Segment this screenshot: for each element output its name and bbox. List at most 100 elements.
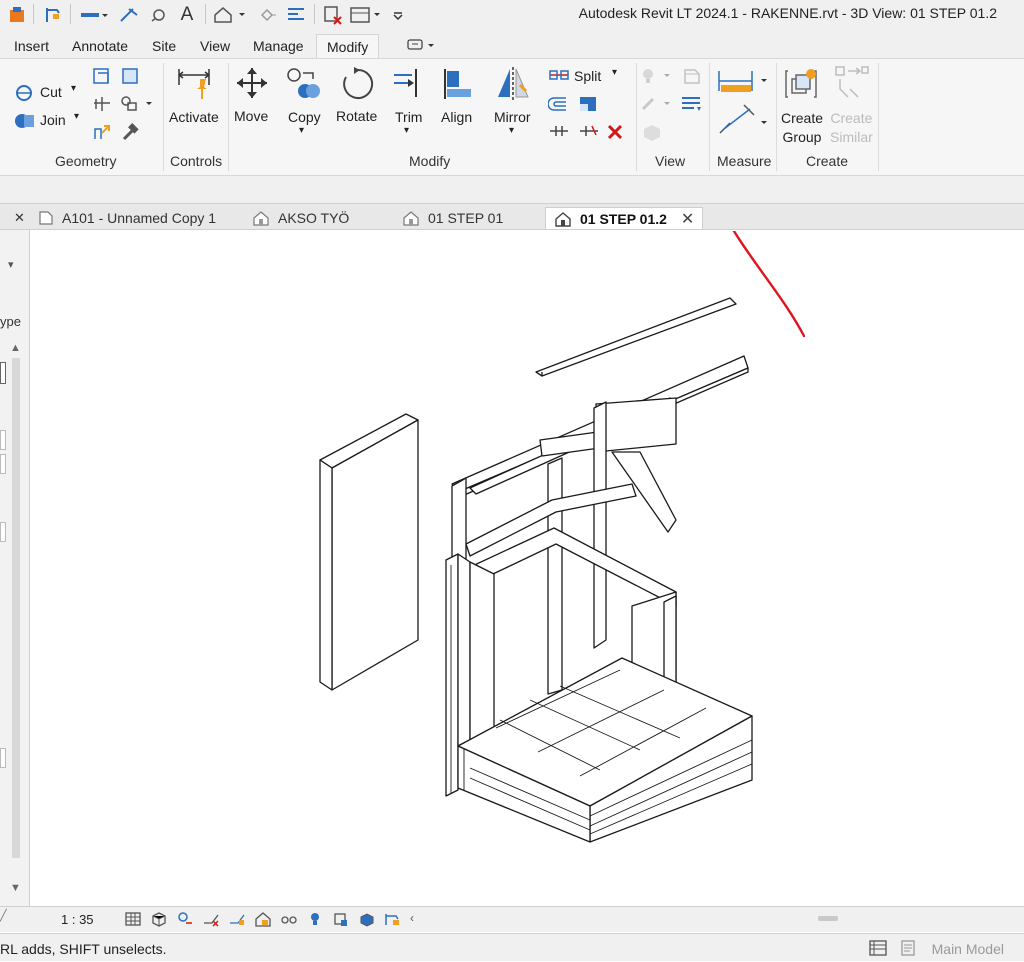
delete-icon[interactable] [606, 123, 624, 146]
customize-toolbar-icon[interactable] [390, 4, 406, 26]
mirror-button[interactable]: Mirror [494, 109, 531, 125]
sheet-icon [39, 211, 53, 225]
tab-insert[interactable]: Insert [14, 38, 49, 54]
rotate-button[interactable]: Rotate [336, 108, 377, 124]
unpin-icon[interactable] [548, 123, 570, 144]
properties-scrollbar[interactable] [12, 358, 20, 858]
sun-path-icon[interactable] [176, 911, 194, 927]
horizontal-scrollbar-thumb[interactable] [818, 916, 838, 921]
scroll-up-icon[interactable]: ▲ [10, 342, 21, 354]
create-similar-button[interactable]: Create Similar [830, 109, 873, 147]
scroll-left-icon[interactable]: ‹ [410, 911, 414, 927]
split-face-icon[interactable] [92, 95, 112, 118]
properties-field[interactable] [0, 430, 6, 450]
copy-dropdown-icon[interactable]: ▾ [299, 125, 304, 136]
linework-icon[interactable] [640, 95, 674, 118]
measure-between-references-icon[interactable] [716, 67, 768, 100]
thin-lines-view-icon[interactable] [680, 95, 702, 118]
view-tab-01-step-01-2[interactable]: 01 STEP 01.2 ✕ [545, 207, 704, 229]
view-tab-01-step-01[interactable]: 01 STEP 01 [402, 207, 503, 229]
demolish-icon[interactable] [92, 123, 112, 146]
temporary-hide-icon[interactable] [280, 911, 298, 927]
beam-column-joins-icon[interactable] [120, 95, 152, 118]
rotate-icon [338, 65, 376, 108]
aligned-dimension-measure-icon[interactable] [716, 103, 768, 142]
cut-button[interactable]: Cut [40, 84, 62, 100]
ribbon-minimize-dropdown[interactable] [406, 38, 440, 54]
detail-level-icon[interactable] [124, 911, 142, 927]
show-crop-region-icon[interactable] [358, 911, 376, 927]
split-button[interactable]: Split [574, 68, 601, 84]
view-tab-a101[interactable]: A101 - Unnamed Copy 1 [38, 207, 216, 229]
view-control-bar: ╱ 1 : 35 ‹ [0, 906, 1024, 932]
offset-icon[interactable] [547, 95, 570, 118]
close-hidden-windows-icon[interactable] [320, 4, 346, 26]
render-icon[interactable] [228, 911, 246, 927]
view-scale[interactable]: 1 : 35 [61, 912, 94, 927]
pin-icon[interactable] [578, 123, 600, 144]
lock-3d-view-icon[interactable] [254, 911, 272, 927]
selection-box-icon[interactable] [640, 123, 662, 146]
revit-app-icon[interactable] [6, 4, 28, 26]
close-panel-icon[interactable]: ✕ [14, 207, 25, 229]
measure-dropdown-icon[interactable] [78, 4, 112, 26]
left-wall [445, 553, 459, 797]
view-tab-bar: ✕ A101 - Unnamed Copy 1 AKSO TYÖ 01 STEP… [0, 204, 1024, 230]
trim-button[interactable]: Trim [395, 109, 422, 125]
close-tab-icon[interactable]: ✕ [681, 209, 694, 229]
hammer-icon[interactable] [120, 123, 140, 146]
crop-view-icon[interactable] [332, 911, 350, 927]
reveal-hidden-icon[interactable] [306, 911, 324, 927]
design-options-icon[interactable] [898, 939, 918, 962]
middle-post [547, 457, 563, 695]
scroll-down-icon[interactable]: ▼ [10, 882, 21, 894]
move-button[interactable]: Move [234, 108, 268, 124]
wall-joins-icon[interactable] [92, 67, 112, 90]
default-3d-view-icon[interactable] [212, 4, 250, 26]
text-tool-icon[interactable]: A [176, 4, 198, 26]
create-group-button[interactable]: Create Group [781, 109, 823, 147]
scale-icon[interactable] [578, 95, 598, 118]
thin-lines-icon[interactable] [284, 4, 308, 26]
copy-button[interactable]: Copy [288, 109, 321, 125]
properties-field[interactable] [0, 454, 6, 474]
properties-field[interactable] [0, 748, 6, 768]
create-similar-label-line1: Create [830, 110, 873, 126]
worksets-icon[interactable] [868, 939, 888, 962]
trim-dropdown-icon[interactable]: ▾ [404, 125, 409, 136]
temporary-view-properties-icon[interactable] [384, 911, 402, 927]
tab-site[interactable]: Site [152, 38, 176, 54]
hide-element-bulb-icon[interactable] [640, 67, 674, 90]
join-button[interactable]: Join [40, 112, 66, 128]
split-dropdown-icon[interactable]: ▾ [612, 67, 617, 78]
tag-icon[interactable] [148, 4, 170, 26]
active-model[interactable]: Main Model [932, 941, 1004, 957]
create-group-label-line2: Group [782, 129, 822, 145]
switch-windows-icon[interactable] [348, 4, 388, 26]
properties-field[interactable] [0, 522, 6, 542]
tab-modify[interactable]: Modify [316, 34, 380, 59]
mirror-dropdown-icon[interactable]: ▾ [509, 125, 514, 136]
modify-icon[interactable] [42, 4, 64, 26]
cut-dropdown-icon[interactable]: ▾ [71, 83, 76, 94]
view-tab-akso-tyo[interactable]: AKSO TYÖ [252, 207, 349, 229]
create-panel-label: Create [806, 153, 849, 169]
tab-annotate[interactable]: Annotate [72, 38, 128, 54]
activate-button[interactable]: Activate [169, 109, 219, 125]
override-graphics-icon[interactable] [680, 67, 702, 90]
3d-model-view[interactable] [31, 231, 1024, 906]
aligned-dimension-icon[interactable] [118, 4, 140, 26]
panel-scroll-icon[interactable]: ╱ [0, 909, 7, 922]
join-dropdown-icon[interactable]: ▾ [74, 111, 79, 122]
properties-field[interactable] [0, 362, 6, 384]
tab-manage[interactable]: Manage [253, 38, 304, 54]
visual-style-icon[interactable] [150, 911, 168, 927]
section-icon[interactable] [256, 4, 278, 26]
type-dropdown-icon[interactable]: ▾ [8, 258, 14, 271]
paint-icon[interactable] [120, 67, 140, 90]
shadows-icon[interactable] [202, 911, 220, 927]
align-button[interactable]: Align [441, 109, 472, 125]
drawing-area[interactable] [31, 231, 1024, 906]
tab-view[interactable]: View [200, 38, 230, 54]
view-tab-label: 01 STEP 01.2 [580, 210, 667, 227]
